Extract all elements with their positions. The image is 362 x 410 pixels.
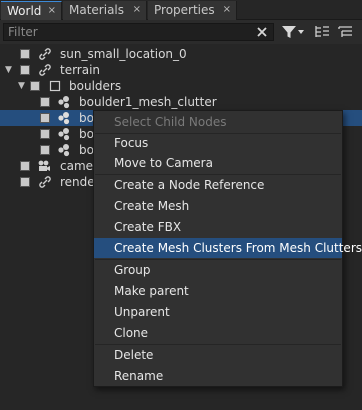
visibility-checkbox[interactable]: [20, 161, 30, 171]
node-context-menu: Select Child Nodes Focus Move to Camera …: [93, 110, 362, 387]
tree-row[interactable]: ▼ terrain: [0, 62, 362, 78]
collapse-all-icon[interactable]: [313, 24, 331, 40]
tab-label: World: [7, 4, 42, 18]
panel-tab-bar: World × Materials × Properties ×: [0, 0, 362, 20]
node-label: bo: [79, 111, 94, 125]
visibility-checkbox[interactable]: [20, 49, 30, 59]
visibility-checkbox[interactable]: [40, 97, 50, 107]
menu-item-create-node-reference[interactable]: Create a Node Reference: [94, 175, 342, 195]
expand-all-icon[interactable]: [337, 24, 355, 40]
tab-properties[interactable]: Properties ×: [148, 1, 237, 20]
menu-item-move-to-camera[interactable]: Move to Camera: [94, 153, 342, 173]
tree-row[interactable]: ▼ boulders: [0, 78, 362, 94]
close-icon[interactable]: ×: [133, 1, 141, 19]
menu-item-rename[interactable]: Rename: [94, 366, 342, 386]
close-icon[interactable]: ×: [48, 2, 56, 20]
visibility-checkbox[interactable]: [40, 145, 50, 155]
visibility-checkbox[interactable]: [20, 177, 30, 187]
link-icon: [39, 176, 51, 188]
menu-item-create-mesh-clusters[interactable]: Create Mesh Clusters From Mesh Clutters: [94, 238, 362, 258]
mesh-clutter-icon: [58, 128, 70, 141]
menu-item-select-child-nodes: Select Child Nodes: [114, 115, 227, 129]
expand-arrow-icon[interactable]: ▼: [18, 80, 28, 92]
menu-item-create-mesh[interactable]: Create Mesh: [94, 196, 342, 216]
mesh-clutter-icon: [58, 112, 70, 125]
node-label: bo: [79, 143, 94, 157]
visibility-checkbox[interactable]: [40, 113, 50, 123]
menu-item-group[interactable]: Group: [94, 260, 342, 280]
tab-world[interactable]: World ×: [1, 1, 62, 20]
camera-icon: [38, 160, 50, 171]
tree-row[interactable]: boulder1_mesh_clutter: [0, 94, 362, 110]
clear-icon[interactable]: [255, 24, 269, 40]
node-label: boulders: [69, 79, 122, 93]
visibility-checkbox[interactable]: [30, 81, 40, 91]
node-label: boulder1_mesh_clutter: [79, 95, 217, 109]
visibility-checkbox[interactable]: [20, 65, 30, 75]
tree-row[interactable]: sun_small_location_0: [0, 46, 362, 62]
node-label: terrain: [60, 63, 101, 77]
visibility-checkbox[interactable]: [40, 129, 50, 139]
mesh-clutter-icon: [58, 96, 70, 109]
menu-item-delete[interactable]: Delete: [94, 345, 342, 365]
menu-item-make-parent[interactable]: Make parent: [94, 281, 342, 301]
link-icon: [39, 48, 51, 60]
close-icon[interactable]: ×: [223, 1, 231, 19]
link-icon: [39, 64, 51, 76]
filter-bar: [0, 20, 362, 44]
node-label: sun_small_location_0: [60, 47, 187, 61]
tab-label: Properties: [154, 3, 215, 17]
menu-item-focus[interactable]: Focus: [94, 133, 342, 153]
filter-input[interactable]: [3, 23, 274, 41]
tab-label: Materials: [69, 3, 125, 17]
funnel-icon[interactable]: [281, 24, 305, 40]
menu-item-unparent[interactable]: Unparent: [94, 302, 342, 322]
tab-materials[interactable]: Materials ×: [63, 1, 147, 20]
expand-arrow-icon[interactable]: ▼: [5, 64, 15, 76]
menu-item-create-fbx[interactable]: Create FBX: [94, 217, 342, 237]
node-label: bo: [79, 127, 94, 141]
mesh-clutter-icon: [58, 144, 70, 157]
empty-node-icon: [49, 80, 61, 92]
menu-item-clone[interactable]: Clone: [94, 323, 342, 343]
